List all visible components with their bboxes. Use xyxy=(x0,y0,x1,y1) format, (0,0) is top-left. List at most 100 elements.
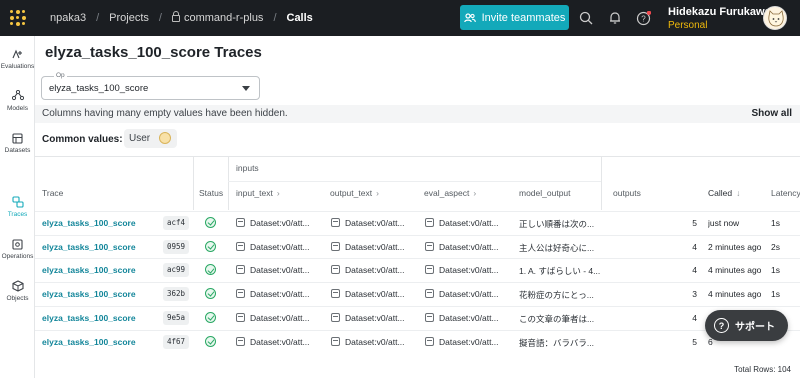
trace-link[interactable]: elyza_tasks_100_score xyxy=(42,265,136,275)
bell-icon xyxy=(610,12,620,24)
output-text-cell[interactable]: Dataset:v0/att... xyxy=(331,336,421,347)
dataset-icon xyxy=(236,265,245,275)
model-output-cell[interactable]: 主人公は好奇心に... xyxy=(519,242,609,254)
input-text-cell[interactable]: Dataset:v0/att... xyxy=(236,312,326,323)
output-text-cell[interactable]: Dataset:v0/att... xyxy=(331,265,421,275)
common-value-chip[interactable]: User xyxy=(124,129,177,148)
table-row[interactable]: elyza_tasks_100_score ac99 Dataset:v0/att.… xyxy=(35,258,800,282)
search-button[interactable] xyxy=(577,9,595,27)
column-header-status[interactable]: Status xyxy=(199,188,223,198)
hidden-columns-banner: Columns having many empty values have be… xyxy=(35,105,800,123)
eval-aspect-cell[interactable]: Dataset:v0/att... xyxy=(425,289,515,299)
column-header-input-text[interactable]: input_text › xyxy=(236,188,280,198)
eval-aspect-cell[interactable]: Dataset:v0/att... xyxy=(425,241,515,252)
model-output-cell[interactable]: 擬音語：バラバラ... xyxy=(519,337,609,349)
trace-link[interactable]: elyza_tasks_100_score xyxy=(42,242,136,252)
user-plan: Personal xyxy=(668,20,708,31)
eval-aspect-cell[interactable]: Dataset:v0/att... xyxy=(425,218,515,228)
model-output-cell[interactable]: 1. A. すばらしい - 4... xyxy=(519,265,609,277)
breadcrumb-entity[interactable]: npaka3 xyxy=(50,12,86,24)
eval-aspect-cell[interactable]: Dataset:v0/att... xyxy=(425,336,515,347)
called-cell: 2 minutes ago xyxy=(708,241,762,252)
user-menu[interactable]: Hidekazu Furukawa Personal xyxy=(668,6,771,32)
eval-aspect-cell[interactable]: Dataset:v0/att... xyxy=(425,312,515,323)
sidebar-item-label: Objects xyxy=(6,295,29,302)
called-cell: 4 minutes ago xyxy=(708,265,762,276)
output-text-value: Dataset:v0/att... xyxy=(345,241,405,252)
output-text-value: Dataset:v0/att... xyxy=(345,218,405,228)
input-text-cell[interactable]: Dataset:v0/att... xyxy=(236,218,326,228)
datasets-icon xyxy=(12,132,23,144)
sidebar-item-datasets[interactable]: Datasets xyxy=(0,132,35,154)
sidebar-item-objects[interactable]: Objects xyxy=(0,280,35,302)
models-icon xyxy=(11,90,24,101)
table-row[interactable]: elyza_tasks_100_score acf4 Dataset:v0/att.… xyxy=(35,211,800,235)
column-header-called[interactable]: Called ↓ xyxy=(708,188,740,198)
model-output-cell[interactable]: この文章の筆者は... xyxy=(519,313,609,325)
breadcrumb-separator: / xyxy=(96,12,100,24)
avatar[interactable] xyxy=(763,6,787,30)
latency-cell: 1s xyxy=(771,218,780,228)
table-row[interactable]: elyza_tasks_100_score 362b Dataset:v0/att.… xyxy=(35,282,800,306)
table-row[interactable]: elyza_tasks_100_score 9e5a Dataset:v0/att.… xyxy=(35,305,800,330)
trace-link[interactable]: elyza_tasks_100_score xyxy=(42,218,136,228)
sidebar-item-traces[interactable]: Traces xyxy=(0,192,35,222)
output-text-value: Dataset:v0/att... xyxy=(345,265,405,276)
eval-aspect-value: Dataset:v0/att... xyxy=(439,336,499,347)
table-row[interactable]: elyza_tasks_100_score 4f67 Dataset:v0/att.… xyxy=(35,329,800,354)
help-icon: ? xyxy=(636,10,651,25)
operations-icon xyxy=(12,238,23,250)
input-text-cell[interactable]: Dataset:v0/att... xyxy=(236,265,326,275)
output-text-cell[interactable]: Dataset:v0/att... xyxy=(331,241,421,252)
sidebar-item-label: Models xyxy=(7,105,28,112)
trace-id-badge: 362b xyxy=(163,287,190,302)
model-output-cell[interactable]: 花粉症の方にとっ... xyxy=(519,289,609,301)
column-header-output-text[interactable]: output_text › xyxy=(330,188,379,198)
success-icon xyxy=(205,264,216,276)
chevron-right-icon[interactable]: › xyxy=(473,188,476,198)
sidebar: Evaluations Models Datasets Traces Opera… xyxy=(0,36,35,378)
breadcrumb-project[interactable]: command-r-plus xyxy=(171,11,263,24)
eval-aspect-value: Dataset:v0/att... xyxy=(439,241,499,252)
input-text-cell[interactable]: Dataset:v0/att... xyxy=(236,241,326,252)
breadcrumb-projects[interactable]: Projects xyxy=(109,12,149,24)
column-header-eval-aspect[interactable]: eval_aspect › xyxy=(424,188,476,198)
column-header-label: output_text xyxy=(330,188,373,198)
invite-teammates-button[interactable]: Invite teammates xyxy=(460,5,569,30)
traces-icon xyxy=(11,196,24,208)
notifications-button[interactable] xyxy=(606,9,624,27)
column-divider xyxy=(601,156,602,210)
input-text-cell[interactable]: Dataset:v0/att... xyxy=(236,336,326,347)
column-header-latency[interactable]: Latency xyxy=(771,188,800,198)
column-header-outputs[interactable]: outputs xyxy=(613,188,641,198)
wandb-logo[interactable] xyxy=(0,0,36,36)
help-icon: ? xyxy=(714,318,729,333)
trace-link[interactable]: elyza_tasks_100_score xyxy=(42,337,136,347)
output-text-cell[interactable]: Dataset:v0/att... xyxy=(331,289,421,299)
column-header-model-output[interactable]: model_output xyxy=(519,188,571,198)
trace-link[interactable]: elyza_tasks_100_score xyxy=(42,313,136,323)
model-output-cell[interactable]: 正しい順番は次の... xyxy=(519,218,609,230)
input-text-cell[interactable]: Dataset:v0/att... xyxy=(236,289,326,299)
output-text-cell[interactable]: Dataset:v0/att... xyxy=(331,218,421,228)
sidebar-item-operations[interactable]: Operations xyxy=(0,238,35,260)
breadcrumb-separator: / xyxy=(273,12,277,24)
trace-link[interactable]: elyza_tasks_100_score xyxy=(42,289,136,299)
chevron-right-icon[interactable]: › xyxy=(277,188,280,198)
caret-down-icon xyxy=(242,86,250,91)
eval-aspect-cell[interactable]: Dataset:v0/att... xyxy=(425,265,515,275)
latency-cell: 2s xyxy=(771,241,780,252)
help-button[interactable]: ? xyxy=(634,9,652,27)
show-all-button[interactable]: Show all xyxy=(751,108,792,119)
sidebar-item-models[interactable]: Models xyxy=(0,90,35,112)
outputs-cell: 3 xyxy=(692,289,697,300)
output-text-cell[interactable]: Dataset:v0/att... xyxy=(331,312,421,323)
column-header-trace[interactable]: Trace xyxy=(42,188,63,198)
op-select[interactable]: Op elyza_tasks_100_score xyxy=(41,72,260,100)
column-group-inputs: inputs xyxy=(236,163,259,173)
support-button[interactable]: ? サポート xyxy=(705,310,788,341)
table-row[interactable]: elyza_tasks_100_score 0959 Dataset:v0/att.… xyxy=(35,234,800,259)
chevron-right-icon[interactable]: › xyxy=(376,188,379,198)
user-avatar-icon xyxy=(159,132,171,144)
sidebar-item-evaluations[interactable]: Evaluations xyxy=(0,48,35,70)
